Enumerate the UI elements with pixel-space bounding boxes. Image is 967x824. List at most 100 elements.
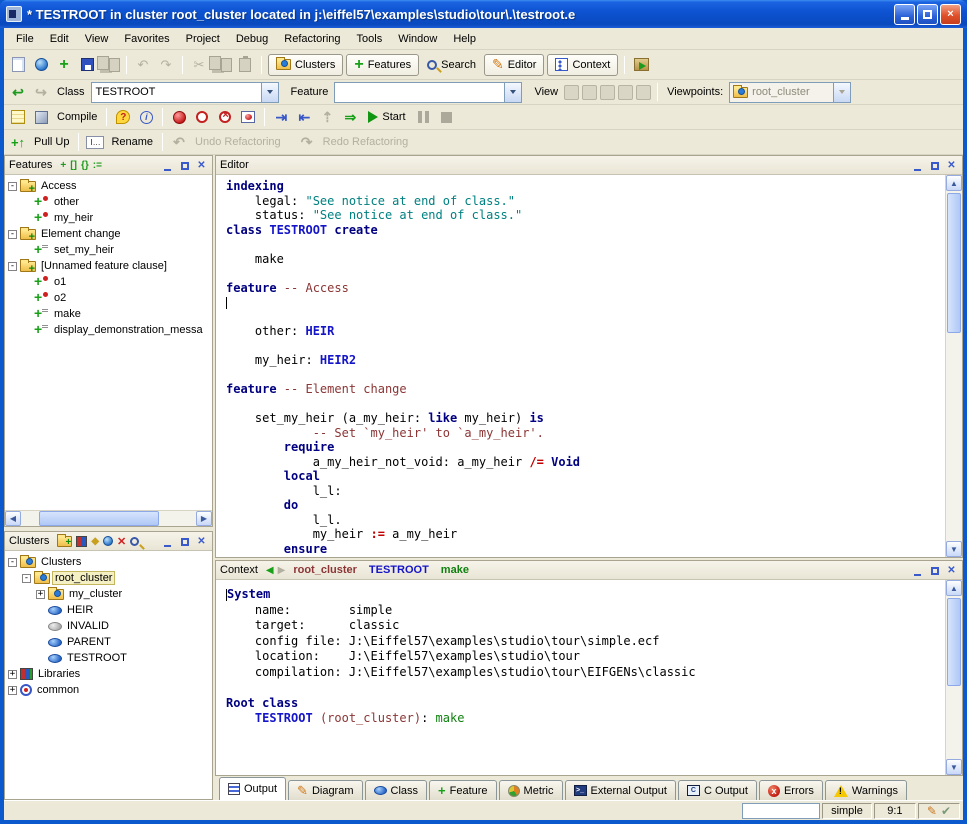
remove-icon[interactable]: ✕	[117, 535, 126, 548]
clusters-button[interactable]: Clusters	[268, 54, 343, 76]
new-cluster-icon[interactable]	[57, 536, 72, 547]
scrollbar-thumb[interactable]	[947, 193, 961, 333]
save-icon[interactable]	[77, 55, 97, 75]
panel-minimize-icon[interactable]	[161, 536, 174, 547]
editor-code[interactable]: indexing legal: "See notice at end of cl…	[216, 175, 945, 557]
tab-class[interactable]: Class	[365, 780, 428, 800]
step-over-icon[interactable]: ⇤	[294, 107, 314, 127]
run-no-stop-icon[interactable]	[192, 107, 212, 127]
scrollbar-thumb[interactable]	[947, 598, 961, 686]
run-to-cursor-icon[interactable]	[238, 107, 258, 127]
new-document-icon[interactable]	[8, 55, 28, 75]
panel-minimize-icon[interactable]	[911, 565, 924, 576]
libraries-icon[interactable]	[76, 536, 87, 547]
panel-close-icon[interactable]: ✕	[945, 160, 958, 171]
menu-tools[interactable]: Tools	[349, 30, 391, 48]
tab-warnings[interactable]: Warnings	[825, 780, 907, 800]
menu-window[interactable]: Window	[390, 30, 445, 48]
tab-external-output[interactable]: >_External Output	[565, 780, 676, 800]
status-search-input[interactable]	[742, 803, 820, 819]
minimize-button[interactable]	[894, 4, 915, 25]
project-settings-icon[interactable]	[8, 107, 28, 127]
add-class-sphere-icon[interactable]	[103, 536, 113, 546]
close-button[interactable]: ×	[940, 4, 961, 25]
feature-combobox[interactable]	[334, 82, 522, 103]
expander-minus-icon[interactable]: -	[8, 230, 17, 239]
compile-label[interactable]: Compile	[54, 111, 100, 123]
rename-label[interactable]: Rename	[108, 136, 156, 148]
expander-minus-icon[interactable]: -	[8, 182, 17, 191]
scroll-down-icon[interactable]: ▼	[946, 759, 962, 775]
menu-help[interactable]: Help	[445, 30, 484, 48]
class-combobox[interactable]: TESTROOT	[91, 82, 279, 103]
add-item-icon[interactable]: ◆	[91, 536, 99, 547]
panel-maximize-icon[interactable]	[178, 536, 191, 546]
back-icon[interactable]: ↩	[8, 82, 28, 102]
clause-view-icon[interactable]: {}	[81, 160, 89, 171]
step-out-icon[interactable]: ⇡	[317, 107, 337, 127]
tree-item-clusters[interactable]: -Clusters	[5, 554, 212, 570]
context-vertical-scrollbar[interactable]: ▲ ▼	[945, 580, 962, 775]
undo-refactoring-label[interactable]: Undo Refactoring	[192, 136, 284, 148]
panel-minimize-icon[interactable]	[161, 160, 174, 171]
forward-icon[interactable]: ↪	[31, 82, 51, 102]
run-icon[interactable]	[169, 107, 189, 127]
expander-plus-icon[interactable]: +	[8, 686, 17, 695]
tab-diagram[interactable]: Diagram	[288, 780, 362, 800]
breadcrumb-feature[interactable]: make	[437, 564, 473, 576]
scroll-down-icon[interactable]: ▼	[946, 541, 962, 557]
redo-refactoring-icon[interactable]: ↷	[297, 132, 317, 152]
chevron-down-icon[interactable]	[504, 83, 521, 102]
ignore-breakpoints-icon[interactable]	[215, 107, 235, 127]
run-step-icon[interactable]: ⇒	[340, 107, 360, 127]
breadcrumb-cluster[interactable]: root_cluster	[289, 564, 361, 576]
tab-metric[interactable]: Metric	[499, 780, 563, 800]
tab-feature[interactable]: Feature	[429, 780, 497, 800]
history-forward-icon[interactable]: ▶	[278, 565, 286, 576]
tab-c-output[interactable]: CC Output	[678, 780, 757, 800]
chevron-down-icon[interactable]	[261, 83, 278, 102]
expander-plus-icon[interactable]: +	[36, 590, 45, 599]
copy-icon[interactable]	[212, 55, 232, 75]
chevron-down-icon[interactable]	[833, 83, 850, 102]
tree-item-my-heir[interactable]: my_heir	[5, 210, 212, 226]
tree-item-common[interactable]: +common	[5, 682, 212, 698]
stop-icon[interactable]	[437, 107, 457, 127]
pull-up-icon[interactable]: +↑	[8, 132, 28, 152]
tree-item-display-demonstration-messa[interactable]: display_demonstration_messa	[5, 322, 212, 338]
features-button[interactable]: +Features	[346, 54, 419, 76]
panel-maximize-icon[interactable]	[928, 565, 941, 575]
menu-refactoring[interactable]: Refactoring	[276, 30, 348, 48]
expander-minus-icon[interactable]: -	[22, 574, 31, 583]
panel-close-icon[interactable]: ✕	[195, 536, 208, 547]
expander-minus-icon[interactable]: -	[8, 262, 17, 271]
alphabetical-view-icon[interactable]: []	[70, 160, 77, 171]
context-button[interactable]: Context	[547, 54, 618, 76]
redo-icon[interactable]: ↷	[156, 55, 176, 75]
signature-view-icon[interactable]: :=	[93, 160, 102, 171]
start-button[interactable]: Start	[363, 106, 410, 128]
panel-maximize-icon[interactable]	[178, 160, 191, 170]
history-back-icon[interactable]: ◀	[266, 565, 274, 576]
pull-up-label[interactable]: Pull Up	[31, 136, 72, 148]
breadcrumb-class[interactable]: TESTROOT	[365, 564, 433, 576]
view-interface-icon[interactable]	[636, 85, 651, 100]
panel-minimize-icon[interactable]	[911, 160, 924, 171]
view-flat-icon[interactable]	[600, 85, 615, 100]
viewpoints-combobox[interactable]: root_cluster	[729, 82, 851, 103]
tree-item-libraries[interactable]: +Libraries	[5, 666, 212, 682]
melt-icon[interactable]	[31, 107, 51, 127]
tree-item-set-my-heir[interactable]: set_my_heir	[5, 242, 212, 258]
menu-project[interactable]: Project	[178, 30, 228, 48]
menu-view[interactable]: View	[77, 30, 117, 48]
menu-debug[interactable]: Debug	[228, 30, 276, 48]
expander-minus-icon[interactable]: -	[8, 558, 17, 567]
save-all-icon[interactable]	[100, 55, 120, 75]
menu-file[interactable]: File	[8, 30, 42, 48]
horizontal-scrollbar[interactable]: ◀ ▶	[5, 510, 212, 526]
new-feature-icon[interactable]: +	[60, 160, 66, 171]
scroll-right-icon[interactable]: ▶	[196, 511, 212, 526]
scrollbar-thumb[interactable]	[39, 511, 159, 526]
tab-errors[interactable]: xErrors	[759, 780, 823, 800]
scroll-up-icon[interactable]: ▲	[946, 580, 962, 596]
